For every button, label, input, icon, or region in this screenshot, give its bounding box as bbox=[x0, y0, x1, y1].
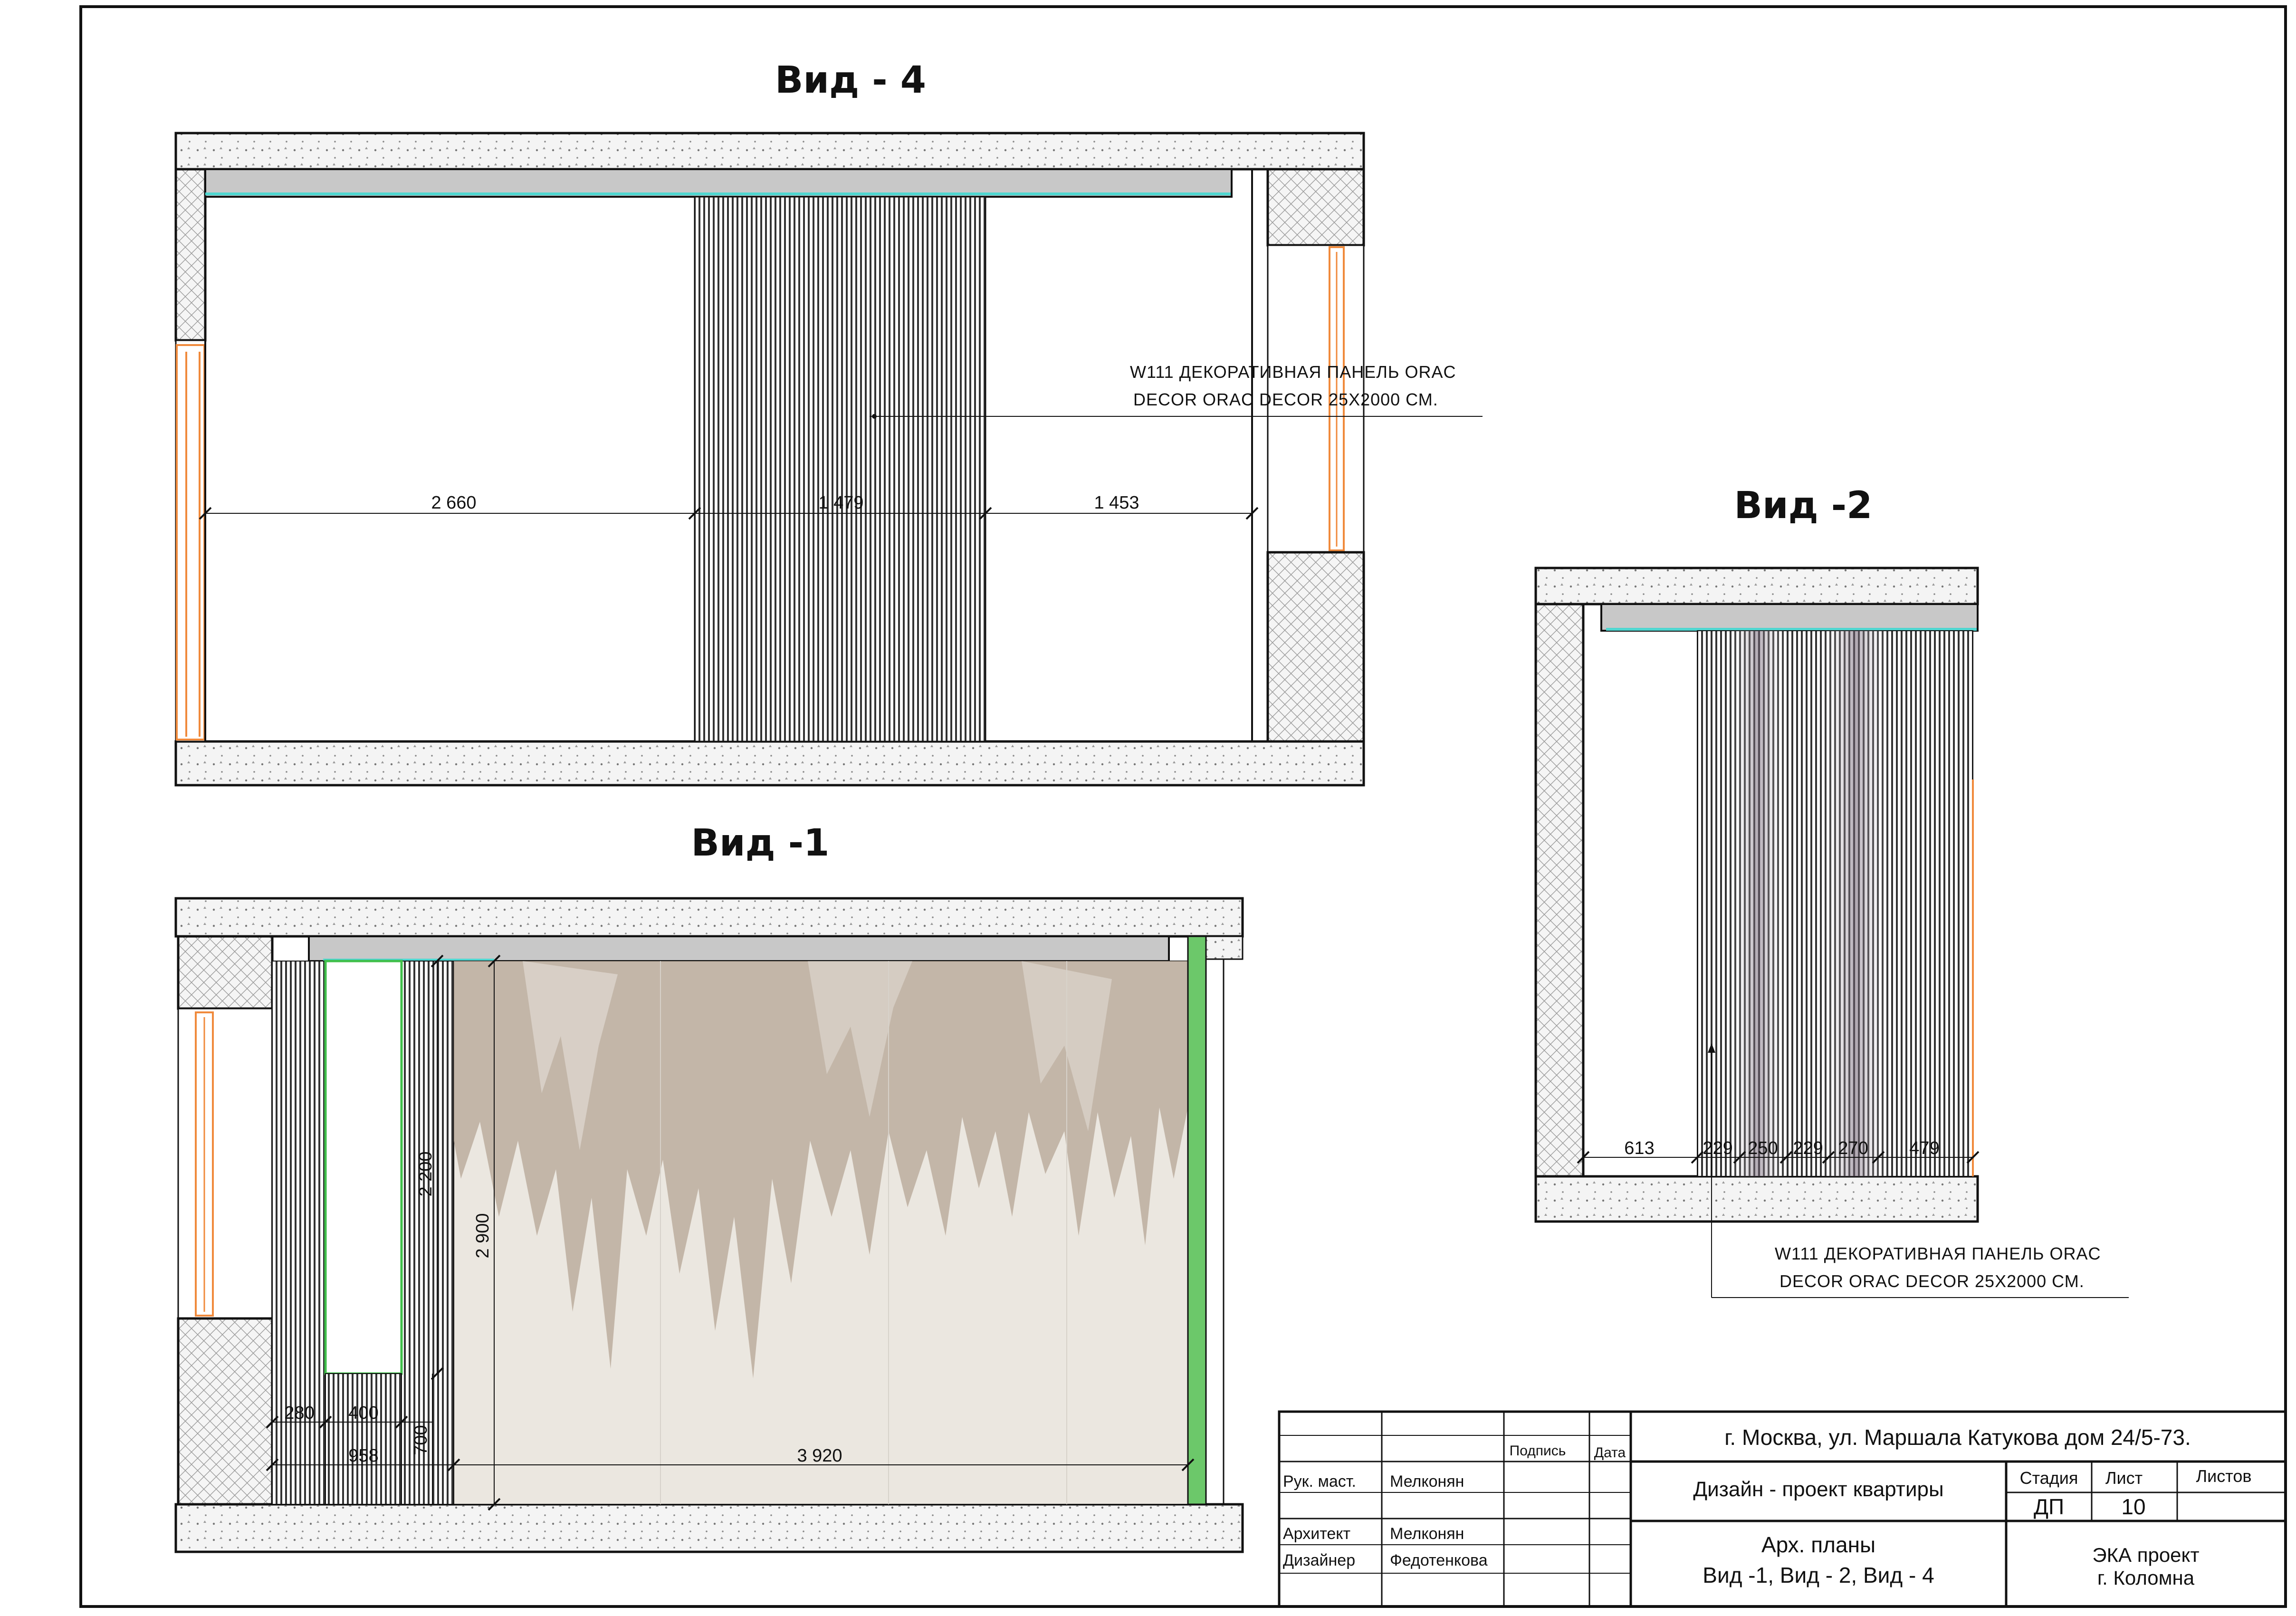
name-3: Федотенкова bbox=[1390, 1551, 1488, 1569]
view-4-floor-slab bbox=[174, 740, 1365, 787]
view-2-note-line1: W111 ДЕКОРАТИВНАЯ ПАНЕЛЬ ORAC bbox=[1775, 1244, 2101, 1263]
title-block-text: Подпись Дата г. Москва, ул. Маршала Кату… bbox=[1283, 1425, 2251, 1589]
name-1: Мелконян bbox=[1390, 1472, 1464, 1491]
view-2-slat-panel bbox=[1697, 630, 1973, 1177]
view-1-dim-3920: 3 920 bbox=[797, 1446, 842, 1466]
view-2-dim-270: 270 bbox=[1838, 1138, 1868, 1158]
view-2-dim-229a: 229 bbox=[1703, 1138, 1732, 1158]
view-4-note-line2: DECOR ORAC DECOR 25X2000 СМ. bbox=[1133, 390, 1438, 409]
view-1-dim-base-height: 700 bbox=[411, 1425, 431, 1455]
view-1-title: Вид -1 bbox=[691, 822, 830, 865]
view-4-slat-panel bbox=[694, 196, 986, 742]
view-2-dim-613: 613 bbox=[1624, 1138, 1654, 1158]
view-1-top-slab bbox=[174, 897, 1244, 938]
header-signature: Подпись bbox=[1510, 1443, 1566, 1459]
view-1-wallpaper-mural bbox=[453, 961, 1188, 1505]
view-2-title: Вид -2 bbox=[1734, 484, 1873, 527]
sheet-value: 10 bbox=[2121, 1494, 2145, 1519]
name-2: Мелконян bbox=[1390, 1525, 1464, 1543]
view-4-top-slab bbox=[174, 132, 1365, 171]
view-1-floor-slab bbox=[174, 1503, 1244, 1553]
view-1-slat-panel-right bbox=[401, 961, 454, 1505]
stage-label: Стадия bbox=[2020, 1468, 2078, 1488]
project-name: Дизайн - проект квартиры bbox=[1693, 1478, 1943, 1501]
sheet-title-line2: Вид -1, Вид - 2, Вид - 4 bbox=[1703, 1563, 1934, 1587]
role-1: Рук. маст. bbox=[1283, 1472, 1356, 1491]
view-2-floor-slab bbox=[1534, 1175, 1979, 1223]
view-2-top-slab bbox=[1534, 567, 1979, 606]
drawing-sheet: Вид - 4 2 660 1 479 1 453 W111 ДЕКОРАТИВ… bbox=[79, 5, 2287, 1608]
view-1-dim-room-height: 2 900 bbox=[473, 1213, 493, 1258]
view-4-dim-panel: 1 479 bbox=[818, 493, 863, 513]
view-1-dim-280: 280 bbox=[284, 1403, 314, 1423]
view-4-right-wall-lower bbox=[1266, 551, 1365, 743]
view-2-left-wall bbox=[1534, 603, 1585, 1178]
view-1: Вид -1 2 200 2 900 700 280 400 958 3 920 bbox=[174, 822, 1244, 1553]
view-1-left-wall-lower bbox=[177, 1317, 274, 1506]
header-date: Дата bbox=[1594, 1445, 1626, 1461]
view-2-dim-229b: 229 bbox=[1793, 1138, 1823, 1158]
stage-value: ДП bbox=[2034, 1494, 2064, 1519]
view-1-niche bbox=[324, 960, 403, 1375]
view-4-title: Вид - 4 bbox=[775, 59, 926, 102]
sheet-label: Лист bbox=[2105, 1468, 2143, 1488]
role-2: Архитект bbox=[1283, 1525, 1350, 1543]
company-line1: ЭКА проект bbox=[2092, 1544, 2199, 1566]
sheet-title-line1: Арх. планы bbox=[1761, 1532, 1875, 1557]
view-1-dim-958: 958 bbox=[348, 1446, 378, 1466]
view-1-green-panel bbox=[1187, 935, 1207, 1505]
view-1-dim-niche-height: 2 200 bbox=[416, 1151, 436, 1196]
view-4-left-wall bbox=[174, 168, 207, 342]
view-2-note-line2: DECOR ORAC DECOR 25X2000 СМ. bbox=[1779, 1271, 2085, 1291]
view-2-ceiling bbox=[1600, 603, 1979, 632]
view-1-left-wall-upper bbox=[177, 935, 274, 1010]
view-1-ceiling bbox=[308, 935, 1170, 962]
view-1-left-window bbox=[177, 1008, 273, 1319]
view-2-dim-250: 250 bbox=[1748, 1138, 1778, 1158]
view-4: Вид - 4 2 660 1 479 1 453 W111 ДЕКОРАТИВ… bbox=[174, 59, 1483, 787]
view-4-note-line1: W111 ДЕКОРАТИВНАЯ ПАНЕЛЬ ORAC bbox=[1130, 362, 1456, 382]
view-2: Вид -2 613 229 250 229 270 479 W111 ДЕКО… bbox=[1534, 484, 2129, 1298]
view-4-dim-right: 1 453 bbox=[1094, 493, 1139, 513]
view-4-dim-left: 2 660 bbox=[431, 493, 476, 513]
view-4-right-wall-upper bbox=[1266, 168, 1365, 247]
company-line2: г. Коломна bbox=[2097, 1567, 2195, 1589]
view-2-dim-479: 479 bbox=[1909, 1138, 1939, 1158]
role-3: Дизайнер bbox=[1283, 1551, 1355, 1569]
address: г. Москва, ул. Маршала Катукова дом 24/5… bbox=[1724, 1425, 2191, 1450]
view-1-dim-400: 400 bbox=[348, 1403, 378, 1423]
sheets-label: Листов bbox=[2196, 1466, 2252, 1486]
view-4-left-window bbox=[175, 339, 206, 742]
